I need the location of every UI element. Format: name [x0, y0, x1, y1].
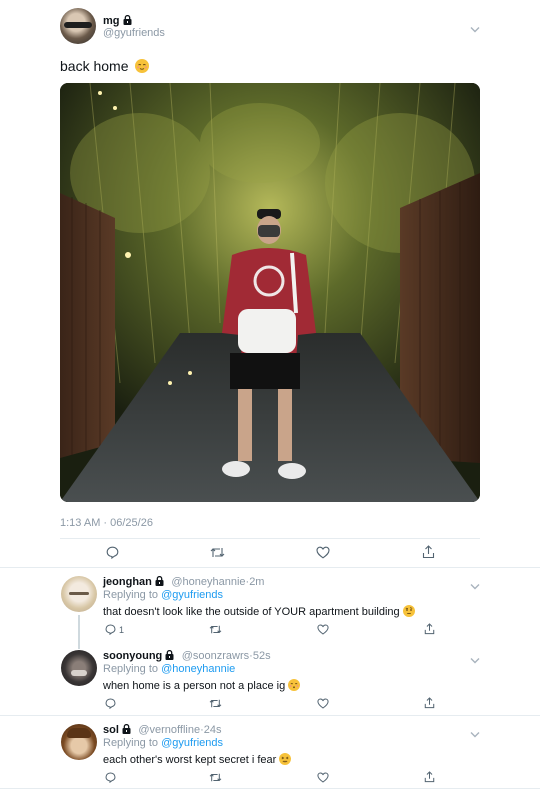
- protected-lock-icon: [123, 14, 132, 27]
- author-avatar[interactable]: [60, 8, 96, 44]
- reply-icon[interactable]: [105, 772, 116, 783]
- author-display-name[interactable]: mg: [103, 15, 120, 27]
- author-name-row: mg: [103, 13, 132, 28]
- reply-display-name[interactable]: jeonghan: [103, 576, 152, 588]
- reply-text-row: that doesn't look like the outside of YO…: [103, 605, 415, 618]
- reply-icon[interactable]: 1: [105, 624, 124, 635]
- reply-text: when home is a person not a place ig: [103, 680, 286, 692]
- like-icon[interactable]: [317, 698, 329, 709]
- photo-image: [60, 83, 480, 502]
- reply-time[interactable]: 52s: [253, 650, 271, 662]
- divider: [0, 567, 540, 568]
- reply-menu-chevron-icon[interactable]: [470, 577, 480, 595]
- tweet-menu-chevron-icon[interactable]: [470, 20, 480, 38]
- tweet-photo[interactable]: [60, 83, 480, 502]
- like-icon[interactable]: [317, 624, 329, 635]
- reply-count: 1: [119, 624, 125, 635]
- relieved-face-emoji-icon: [135, 59, 150, 73]
- tweet-text-row: back home: [60, 57, 150, 75]
- reply-menu-chevron-icon[interactable]: [470, 725, 480, 743]
- reply-time[interactable]: 24s: [204, 724, 222, 736]
- reply-handle[interactable]: @honeyhannie: [171, 576, 245, 588]
- reply-text-row: each other's worst kept secret i fear: [103, 753, 292, 766]
- replying-prefix: Replying to: [103, 663, 159, 675]
- divider: [0, 715, 540, 716]
- reply-display-name[interactable]: soonyoung: [103, 650, 162, 662]
- divider: [60, 538, 480, 539]
- reply-icon[interactable]: [105, 698, 116, 709]
- like-icon[interactable]: [316, 546, 330, 559]
- replying-to-row: Replying to @honeyhannie: [103, 663, 235, 675]
- reply-handle[interactable]: @soonzrawrs: [182, 650, 249, 662]
- author-handle[interactable]: @gyufriends: [103, 27, 165, 39]
- reply-text: that doesn't look like the outside of YO…: [103, 606, 400, 618]
- retweet-icon[interactable]: [209, 624, 222, 635]
- replying-to-link[interactable]: @gyufriends: [161, 589, 223, 601]
- reply-display-name[interactable]: sol: [103, 724, 119, 736]
- reply-name-row: soonyoung @soonzrawrs·52s: [103, 649, 271, 662]
- reply-avatar[interactable]: [61, 724, 97, 760]
- reply-time[interactable]: 2m: [249, 576, 264, 588]
- retweet-icon[interactable]: [209, 772, 222, 783]
- tweet-timestamp[interactable]: 1:13 AM · 06/25/26: [60, 517, 153, 529]
- retweet-icon[interactable]: [209, 698, 222, 709]
- retweet-icon[interactable]: [210, 546, 225, 559]
- replying-to-link[interactable]: @honeyhannie: [161, 663, 235, 675]
- protected-lock-icon: [122, 723, 131, 736]
- reply-avatar[interactable]: [61, 650, 97, 686]
- tweet-text: back home: [60, 58, 129, 74]
- replying-to-row: Replying to @gyufriends: [103, 737, 223, 749]
- reply-handle[interactable]: @vernoffline: [138, 724, 200, 736]
- share-icon[interactable]: [424, 623, 435, 635]
- reply-name-row: jeonghan @honeyhannie·2m: [103, 575, 264, 588]
- reply-avatar[interactable]: [61, 576, 97, 612]
- reply-text-row: when home is a person not a place ig: [103, 679, 301, 692]
- reply-icon[interactable]: [106, 546, 119, 559]
- replying-prefix: Replying to: [103, 737, 159, 749]
- reply-menu-chevron-icon[interactable]: [470, 651, 480, 669]
- share-icon[interactable]: [424, 697, 435, 709]
- protected-lock-icon: [165, 649, 174, 662]
- replying-to-link[interactable]: @gyufriends: [161, 737, 223, 749]
- protected-lock-icon: [155, 575, 164, 588]
- replying-to-row: Replying to @gyufriends: [103, 589, 223, 601]
- confounded-face-emoji-icon: [279, 753, 292, 765]
- share-icon[interactable]: [424, 771, 435, 783]
- thread-line: [78, 615, 80, 649]
- blushing-face-emoji-icon: [288, 679, 301, 691]
- share-icon[interactable]: [422, 545, 435, 559]
- replying-prefix: Replying to: [103, 589, 159, 601]
- reply-text: each other's worst kept secret i fear: [103, 754, 277, 766]
- face-with-raised-eyebrow-emoji-icon: [402, 605, 415, 617]
- divider: [0, 788, 540, 789]
- reply-name-row: sol @vernoffline·24s: [103, 723, 222, 736]
- like-icon[interactable]: [317, 772, 329, 783]
